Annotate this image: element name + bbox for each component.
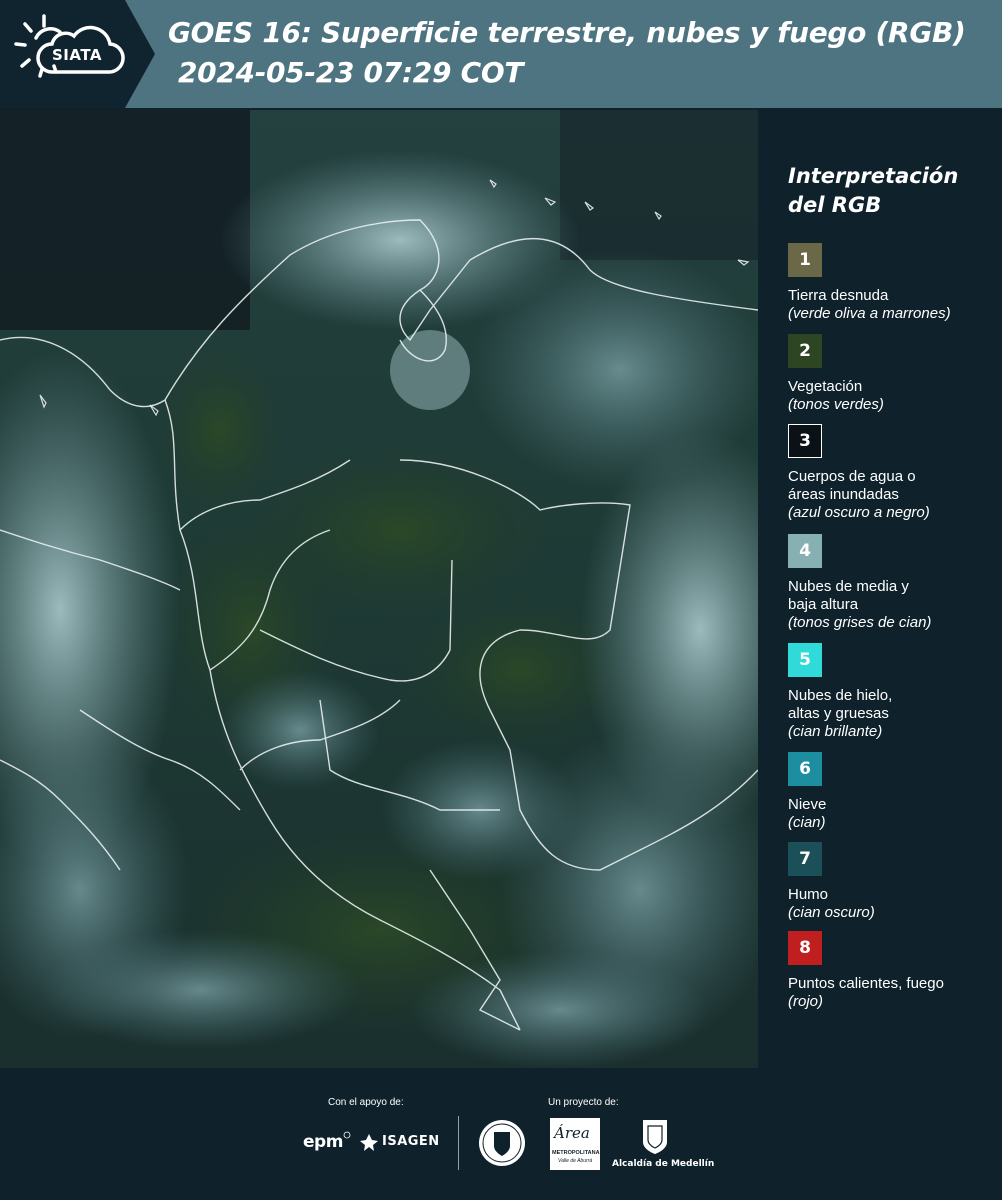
legend-swatch: 5 (788, 643, 822, 677)
epm-logo: epm (303, 1132, 343, 1152)
legend-item-label: Vegetación (788, 378, 863, 395)
legend-swatch: 2 (788, 334, 822, 368)
legend-item-label: Humo (788, 886, 829, 903)
legend-panel: Interpretación del RGB 1 Tierra desnuda … (760, 110, 1002, 1068)
page-subtitle-timestamp: 2024-05-23 07:29 COT (178, 56, 524, 89)
siata-logo-text: SIATA (52, 46, 103, 64)
header-bar: SIATA GOES 16: Superficie terrestre, nub… (0, 0, 1002, 108)
legend-swatch: 7 (788, 842, 822, 876)
registered-mark-icon (343, 1131, 351, 1139)
legend-item-ice-clouds: 5 Nubes de hielo, altas y gruesas (cian … (788, 643, 998, 741)
legend-item-label: Nubes de hielo, altas y gruesas (788, 687, 893, 722)
legend-item-sub: (verde oliva a marrones) (788, 305, 951, 322)
legend-item-hotspots-fire: 8 Puntos calientes, fuego (rojo) (788, 931, 998, 1011)
legend-title: Interpretación del RGB (788, 164, 959, 217)
satellite-map-image (0, 110, 758, 1068)
legend-item-sub: (cian oscuro) (788, 904, 875, 921)
legend-item-sub: (tonos grises de cian) (788, 614, 932, 631)
area-metropolitana-logo: Área METROPOLITANA Valle de Aburrá (550, 1118, 600, 1170)
legend-item-sub: (rojo) (788, 993, 824, 1010)
legend-item-snow: 6 Nieve (cian) (788, 752, 998, 832)
legend-item-bare-soil: 1 Tierra desnuda (verde oliva a marrones… (788, 243, 998, 323)
legend-item-mid-low-clouds: 4 Nubes de media y baja altura (tonos gr… (788, 534, 998, 632)
legend-item-water: 3 Cuerpos de agua o áreas inundadas (azu… (788, 424, 998, 522)
footer-divider (458, 1116, 459, 1170)
isagen-logo-icon (360, 1134, 378, 1151)
legend-swatch: 8 (788, 931, 822, 965)
legend-item-label: Puntos calientes, fuego (788, 975, 944, 992)
legend-item-sub: (azul oscuro a negro) (788, 504, 930, 521)
page-title: GOES 16: Superficie terrestre, nubes y f… (168, 16, 966, 49)
legend-swatch: 1 (788, 243, 822, 277)
alcaldia-logo: Alcaldía de Medellín (612, 1159, 715, 1169)
legend-item-sub: (cian brillante) (788, 723, 883, 740)
support-caption: Con el apoyo de: (328, 1097, 404, 1108)
legend-item-smoke: 7 Humo (cian oscuro) (788, 842, 998, 922)
seal-logo-icon (479, 1120, 525, 1166)
legend-swatch: 4 (788, 534, 822, 568)
project-caption: Un proyecto de: (548, 1097, 619, 1108)
legend-item-sub: (tonos verdes) (788, 396, 884, 413)
siata-logo: SIATA (0, 0, 155, 108)
legend-swatch: 3 (788, 424, 822, 458)
legend-item-label: Nubes de media y baja altura (788, 578, 909, 613)
legend-item-label: Nieve (788, 796, 827, 813)
legend-item-sub: (cian) (788, 814, 826, 831)
legend-item-label: Cuerpos de agua o áreas inundadas (788, 468, 916, 503)
alcaldia-shield-icon (643, 1120, 667, 1154)
legend-item-label: Tierra desnuda (788, 287, 889, 304)
isagen-logo: ISAGEN (382, 1134, 440, 1149)
legend-swatch: 6 (788, 752, 822, 786)
legend-item-vegetation: 2 Vegetación (tonos verdes) (788, 334, 998, 414)
footer-sponsors: Con el apoyo de: Un proyecto de: epm ISA… (0, 1068, 1002, 1200)
